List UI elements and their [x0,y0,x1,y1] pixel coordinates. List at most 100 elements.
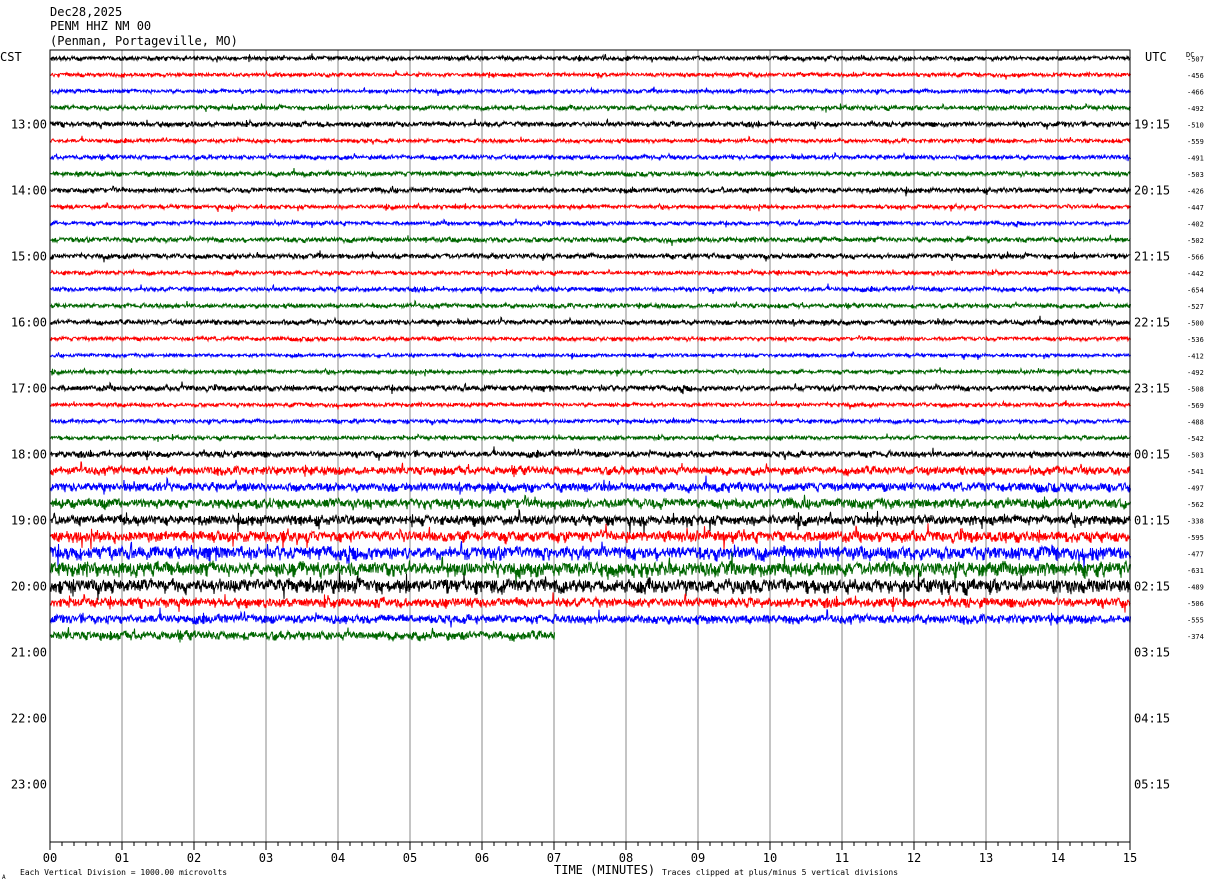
trace-row [49,334,1131,344]
trace-row [49,102,1131,113]
x-tick-label: 02 [187,851,201,865]
dc-offset-label: -506 [1187,600,1204,608]
trace-row [49,572,1131,601]
dc-offset-label: -500 [1187,320,1204,328]
x-tick-label: 05 [403,851,417,865]
hour-label-right: 19:15 [1134,118,1170,132]
dc-offset-label: -338 [1187,518,1204,526]
clip-note: Traces clipped at plus/minus 5 vertical … [662,868,898,877]
x-tick-label: 13 [979,851,993,865]
trace-row [49,250,1131,263]
x-tick-label: 06 [475,851,489,865]
hour-label-left: 15:00 [11,250,47,264]
hour-label-left: 13:00 [11,118,47,132]
hour-label-left: 14:00 [11,184,47,198]
trace-row [49,351,1131,360]
trace-row [49,416,1131,426]
hour-label-right: 22:15 [1134,316,1170,330]
dc-offset-label: -507 [1187,56,1204,64]
trace-row [49,53,1131,63]
hour-label-right: 21:15 [1134,250,1170,264]
header-date: Dec28,2025 [50,5,122,19]
dc-offset-label: -456 [1187,72,1204,80]
helicorder-chart: Dec28,2025 PENM HHZ NM 00 (Penman, Porta… [0,5,1204,881]
dc-offset-label: -562 [1187,501,1204,509]
dc-offset-label: -536 [1187,336,1204,344]
x-axis-title: TIME (MINUTES) [554,863,655,877]
hour-label-left: 19:00 [11,514,47,528]
hour-labels-left: 13:00 14:00 15:00 16:00 17:00 18:00 19:00 20:00… [11,118,47,792]
dc-offset-label: -488 [1187,419,1204,427]
hour-label-left: 17:00 [11,382,47,396]
header-location: (Penman, Portageville, MO) [50,34,238,48]
trace-row [49,399,1131,410]
dc-offset-label: -489 [1187,584,1204,592]
dc-offset-label: -447 [1187,204,1204,212]
trace-row [49,508,1131,534]
trace-row [49,315,1131,327]
trace-row [49,432,1131,443]
hour-label-right: 04:15 [1134,712,1170,726]
dc-offset-label: -541 [1187,468,1204,476]
x-tick-label: 01 [115,851,129,865]
dc-offset-label: -503 [1187,452,1204,460]
trace-row [49,446,1131,461]
minute-grid [121,50,1059,842]
trace-row [49,185,1131,197]
trace-row [49,283,1131,295]
hour-label-right: 00:15 [1134,448,1170,462]
dc-offset-label: -555 [1187,617,1204,625]
trace-row [49,592,1131,613]
seismic-traces [49,53,1131,643]
trace-row [49,69,1131,80]
trace-row [49,475,1131,495]
trace-row [49,494,1131,511]
dc-offset-labels: -507 -456 -466 -492 -510 -559 -491 -503 -426 -447… [1187,56,1204,642]
x-tick-label: 14 [1051,851,1065,865]
hour-label-right: 03:15 [1134,646,1170,660]
dc-offset-label: -631 [1187,567,1204,575]
right-timezone-label: UTC [1145,50,1167,64]
hour-label-right: 05:15 [1134,778,1170,792]
trace-row [50,299,1131,311]
trace-row [49,607,1131,628]
x-tick-label: 11 [835,851,849,865]
plot-frame [49,49,1131,843]
dc-offset-label: -374 [1187,633,1204,641]
x-tick-label: 03 [259,851,273,865]
dc-offset-label: -510 [1187,122,1204,130]
dc-offset-label: -569 [1187,402,1204,410]
hour-label-right: 20:15 [1134,184,1170,198]
trace-row [49,168,1131,179]
hour-label-left: 16:00 [11,316,47,330]
hour-labels-right: 19:15 20:15 21:15 22:15 23:15 00:15 01:15 02:15… [1134,118,1170,792]
hour-label-left: 20:00 [11,580,47,594]
dc-offset-label: -466 [1187,89,1204,97]
x-tick-label: 10 [763,851,777,865]
dc-offset-label: -508 [1187,386,1204,394]
dc-offset-label: -477 [1187,551,1204,559]
trace-row [49,117,1131,130]
hour-label-left: 22:00 [11,712,47,726]
trace-row [49,381,1131,395]
trace-row [49,367,1131,377]
trace-row [49,135,1131,145]
hour-label-left: 23:00 [11,778,47,792]
hour-label-right: 01:15 [1134,514,1170,528]
trace-row [49,268,1131,278]
left-timezone-label: CST [0,50,22,64]
dc-offset-label: -654 [1187,287,1204,295]
hour-label-right: 23:15 [1134,382,1170,396]
dc-offset-label: -542 [1187,435,1204,443]
corner-mark: A [2,874,6,881]
scale-note: Each Vertical Division = 1000.00 microvo… [20,868,227,877]
dc-offset-label: -426 [1187,188,1204,196]
plot-border [49,49,1131,843]
trace-row [49,151,1131,162]
x-tick-label: 12 [907,851,921,865]
dc-offset-label: -412 [1187,353,1204,361]
trace-row [49,234,1131,246]
dc-offset-label: -559 [1187,138,1204,146]
x-tick-label: 15 [1123,851,1137,865]
dc-offset-label: -502 [1187,237,1204,245]
